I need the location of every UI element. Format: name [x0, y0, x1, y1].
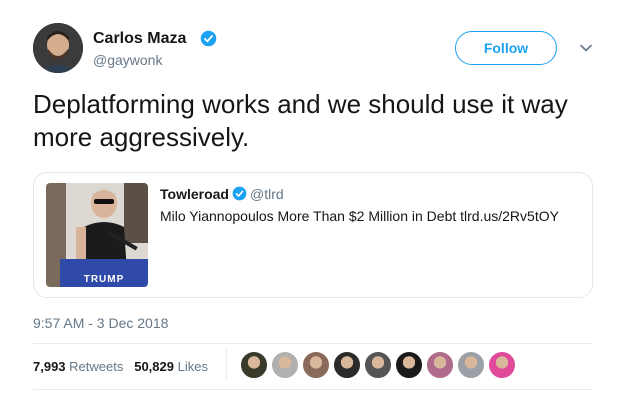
- retweets-label: Retweets: [69, 359, 124, 374]
- follow-button[interactable]: Follow: [455, 31, 557, 65]
- stats-divider: [226, 349, 227, 379]
- liker-avatar[interactable]: [457, 351, 485, 379]
- liker-avatars: [240, 351, 516, 379]
- quoted-tweet-image[interactable]: TRUMP: [46, 183, 148, 287]
- verified-badge-icon: [200, 30, 217, 47]
- liker-avatar[interactable]: [395, 351, 423, 379]
- tweet-stats: 7,993 Retweets 50,829 Likes: [33, 359, 208, 374]
- retweets-count: 7,993: [33, 359, 66, 374]
- liker-avatar[interactable]: [488, 351, 516, 379]
- liker-avatar[interactable]: [240, 351, 268, 379]
- chevron-down-icon[interactable]: [579, 41, 593, 55]
- likes-label: Likes: [177, 359, 208, 374]
- author-name[interactable]: Carlos Maza: [93, 30, 186, 48]
- quoted-tweet-text[interactable]: Milo Yiannopoulos More Than $2 Million i…: [160, 208, 559, 224]
- verified-badge-icon: [232, 186, 247, 201]
- liker-avatar[interactable]: [333, 351, 361, 379]
- quoted-author-name[interactable]: Towleroad: [160, 186, 229, 202]
- tweet-text: Deplatforming works and we should use it…: [33, 89, 568, 152]
- liker-avatar[interactable]: [426, 351, 454, 379]
- divider: [33, 343, 593, 344]
- likes-count: 50,829: [134, 359, 174, 374]
- milo-podium-photo-icon: TRUMP: [46, 183, 148, 287]
- user-avatar-icon: [33, 23, 83, 73]
- quoted-author-handle[interactable]: @tlrd: [250, 186, 284, 202]
- divider: [33, 389, 593, 390]
- author-avatar[interactable]: [33, 23, 83, 73]
- liker-avatar[interactable]: [364, 351, 392, 379]
- retweets-stat[interactable]: 7,993 Retweets: [33, 359, 123, 374]
- podium-sign-text: TRUMP: [84, 274, 125, 285]
- tweet-timestamp[interactable]: 9:57 AM - 3 Dec 2018: [33, 315, 168, 331]
- author-handle[interactable]: @gaywonk: [93, 52, 162, 68]
- likes-stat[interactable]: 50,829 Likes: [134, 359, 208, 374]
- liker-avatar[interactable]: [271, 351, 299, 379]
- liker-avatar[interactable]: [302, 351, 330, 379]
